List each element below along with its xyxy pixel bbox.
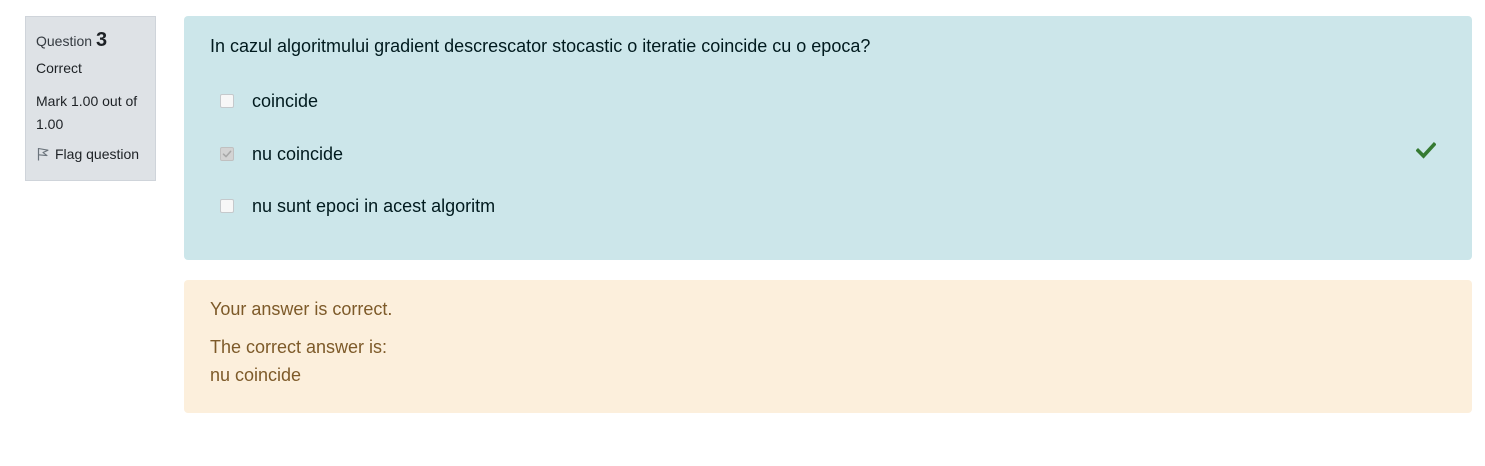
answer-checkbox[interactable] xyxy=(220,199,234,213)
flag-icon xyxy=(36,147,50,161)
question-formulation: In cazul algoritmului gradient descresca… xyxy=(184,16,1472,260)
right-answer: nu coincide xyxy=(210,365,302,385)
answer-option[interactable]: coincide xyxy=(220,89,318,113)
checkbox-check-icon xyxy=(222,150,232,158)
answer-checkbox[interactable] xyxy=(220,147,234,161)
answer-label: nu sunt epoci in acest algoritm xyxy=(252,196,496,216)
question-number: 3 xyxy=(96,29,108,51)
right-answer-intro: The correct answer is: xyxy=(210,337,388,357)
question-state: Correct xyxy=(36,60,82,76)
answer-feedback: Your answer is correct. The correct answ… xyxy=(184,280,1472,413)
question-text: In cazul algoritmului gradient descresca… xyxy=(210,36,871,56)
answer-option[interactable]: nu coincide xyxy=(220,142,343,166)
question-info-panel: Question 3 Correct Mark 1.00 out of 1.00… xyxy=(25,16,156,181)
answer-label: coincide xyxy=(252,91,319,111)
general-feedback: Your answer is correct. xyxy=(210,299,393,319)
answer-label: nu coincide xyxy=(252,144,344,164)
answer-checkbox[interactable] xyxy=(220,94,234,108)
check-icon xyxy=(1415,141,1437,159)
answer-option[interactable]: nu sunt epoci in acest algoritm xyxy=(220,194,495,218)
flag-question-link[interactable]: Flag question xyxy=(36,145,145,163)
question-grade: Mark 1.00 out of 1.00 xyxy=(36,93,138,132)
question-number-row: Question 3 xyxy=(36,26,145,55)
quiz-question: Question 3 Correct Mark 1.00 out of 1.00… xyxy=(0,0,1485,466)
question-label: Question xyxy=(36,33,93,49)
flag-question-label: Flag question xyxy=(55,146,140,162)
